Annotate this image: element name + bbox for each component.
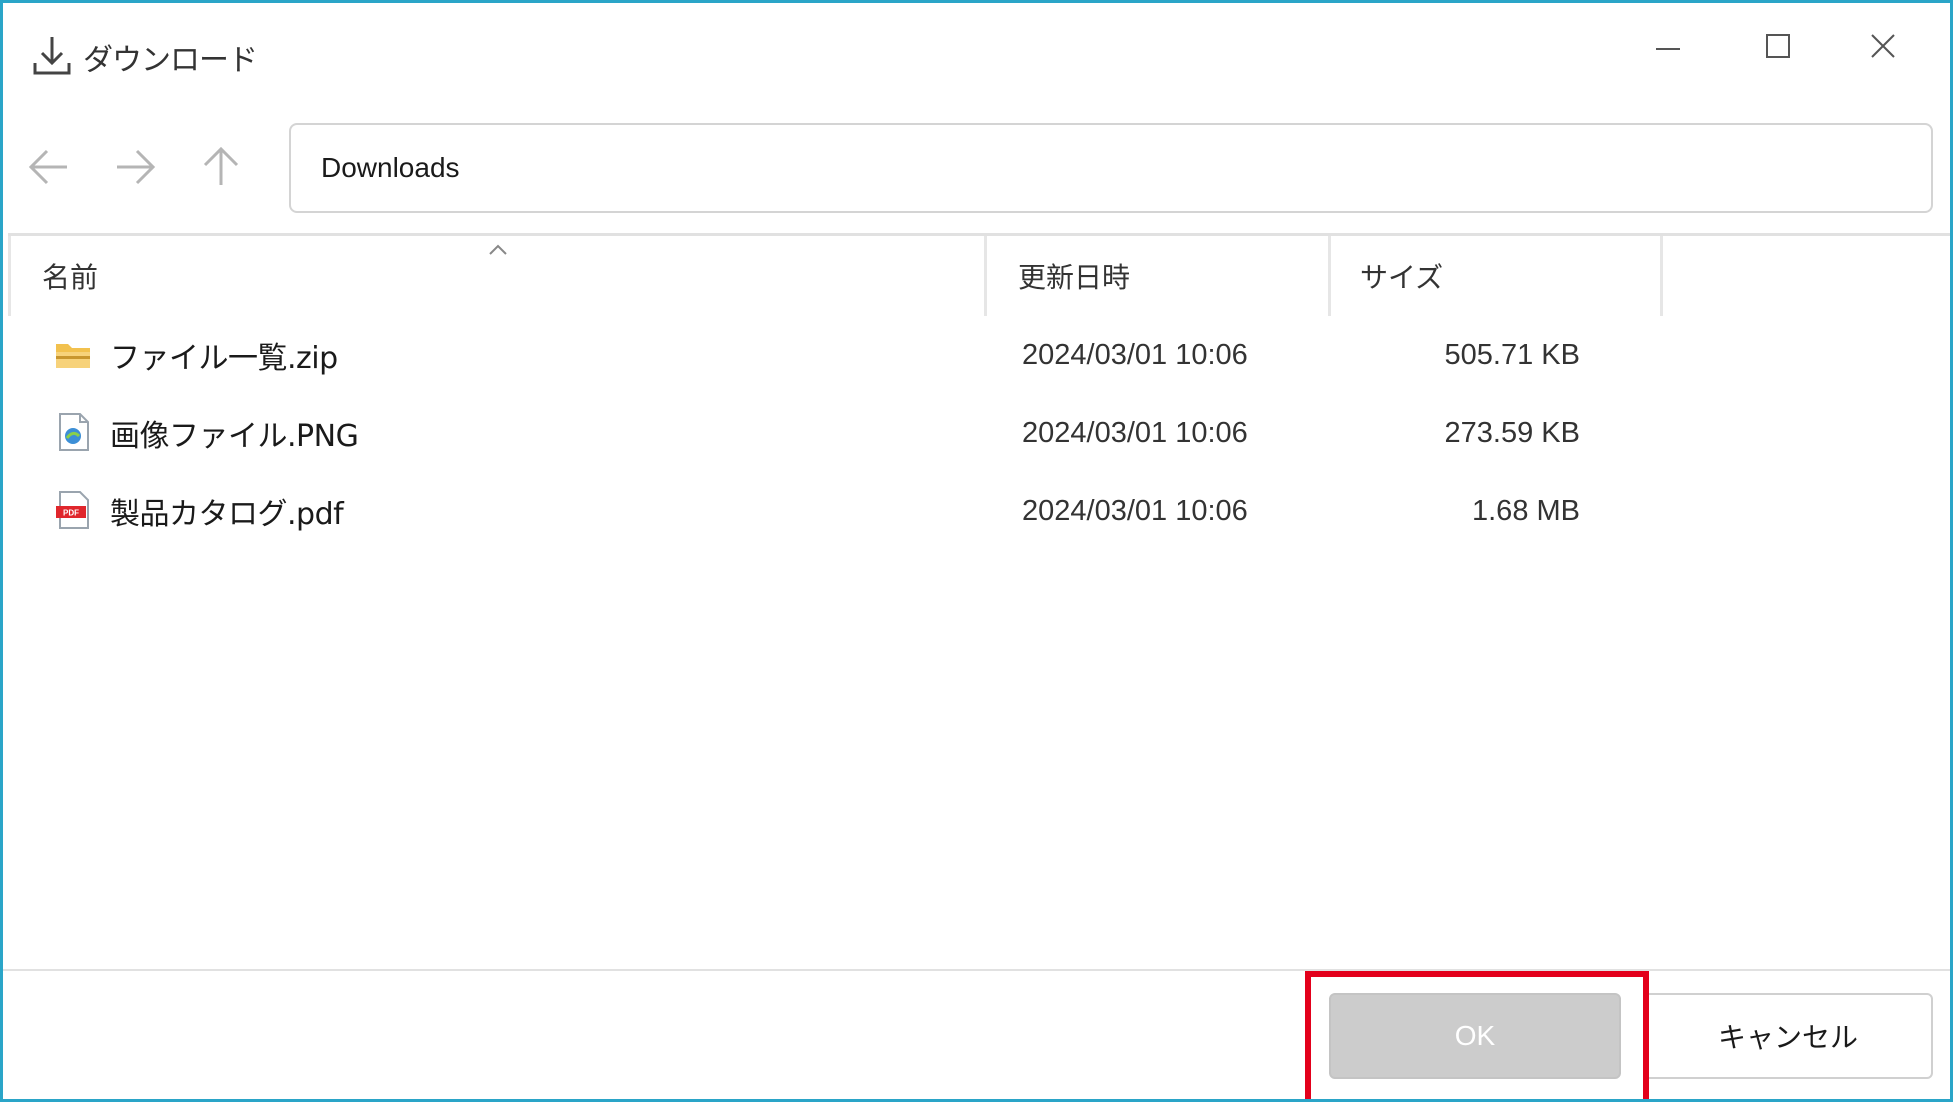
file-size: 273.59 KB [1444,416,1580,449]
image-file-icon [54,412,92,452]
column-separator [8,236,11,316]
file-modified: 2024/03/01 10:06 [1022,494,1248,527]
file-modified: 2024/03/01 10:06 [1022,416,1248,449]
pdf-file-icon: PDF [54,490,92,530]
file-name: 画像ファイル.PNG [110,419,359,454]
folder-zip-icon [54,334,92,374]
minimize-icon [1653,31,1683,65]
arrow-up-icon [201,145,241,193]
close-button[interactable] [1848,23,1918,73]
pdf-badge: PDF [63,509,79,518]
arrow-right-icon [113,147,157,191]
column-headers: 名前 更新日時 サイズ [8,236,1950,316]
file-size: 505.71 KB [1444,338,1580,371]
address-bar[interactable]: Downloads [289,123,1933,213]
column-separator[interactable] [1660,236,1663,316]
back-button[interactable] [21,141,77,197]
file-list: 名前 更新日時 サイズ ファイル一覧.zip 2024/03/01 10:06 … [8,233,1950,969]
close-icon [1868,31,1898,65]
download-dialog: ダウンロード Downloads 名前 更新日時 サイズ ファイル一覧.zip … [0,0,1953,1102]
file-rows: ファイル一覧.zip 2024/03/01 10:06 505.71 KB 画像… [8,316,1950,550]
cancel-button[interactable]: キャンセル [1643,993,1933,1079]
column-separator[interactable] [1328,236,1331,316]
file-name: ファイル一覧.zip [110,341,338,376]
forward-button[interactable] [107,141,163,197]
file-name: 製品カタログ.pdf [110,497,344,532]
ok-button-highlight [1305,971,1649,1099]
window-title: ダウンロード [83,43,258,78]
column-header-size[interactable]: サイズ [1360,236,1443,316]
file-modified: 2024/03/01 10:06 [1022,338,1248,371]
file-row-zip[interactable]: ファイル一覧.zip 2024/03/01 10:06 505.71 KB [8,316,1950,394]
minimize-button[interactable] [1633,23,1703,73]
column-header-modified[interactable]: 更新日時 [1018,236,1130,316]
column-separator[interactable] [984,236,987,316]
file-row-png[interactable]: 画像ファイル.PNG 2024/03/01 10:06 273.59 KB [8,394,1950,472]
maximize-icon [1763,31,1793,65]
arrow-left-icon [27,147,71,191]
title-bar: ダウンロード [3,3,1950,103]
download-icon [31,33,73,79]
maximize-button[interactable] [1743,23,1813,73]
dialog-footer: OK キャンセル [3,969,1950,1099]
sort-ascending-icon [486,242,510,258]
file-size: 1.68 MB [1472,494,1580,527]
file-row-pdf[interactable]: PDF 製品カタログ.pdf 2024/03/01 10:06 1.68 MB [8,472,1950,550]
up-button[interactable] [193,141,249,197]
column-header-name[interactable]: 名前 [42,236,98,316]
